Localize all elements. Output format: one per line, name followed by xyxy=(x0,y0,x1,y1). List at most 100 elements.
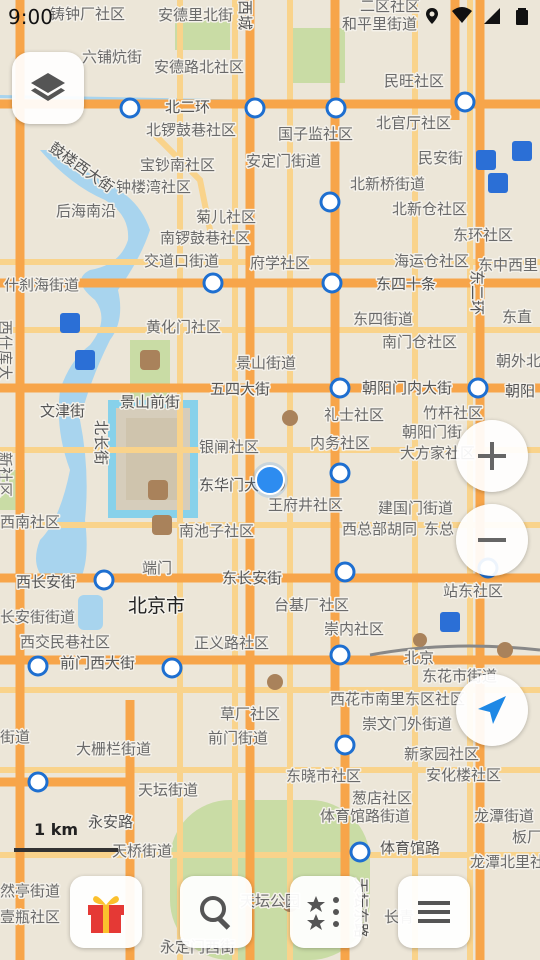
map-label: 内务社区 xyxy=(310,434,370,452)
map-label: 新社区 xyxy=(0,452,14,497)
map-label: 南池子社区 xyxy=(179,522,254,540)
map-label: 龙潭北里社区 xyxy=(470,853,540,871)
map-label: 长安街街道 xyxy=(0,608,75,626)
map-label: 东二环 xyxy=(468,270,486,315)
map-label: 文津街 xyxy=(40,402,85,420)
map-label: 东环社区 xyxy=(453,226,513,244)
zoom-in-button[interactable] xyxy=(456,420,528,492)
search-button[interactable] xyxy=(180,876,252,948)
location-status-icon xyxy=(426,8,438,24)
map-label: 安定门街道 xyxy=(246,152,321,170)
map-label: 崇文门外街道 xyxy=(362,715,452,733)
map-label: 府学社区 xyxy=(250,254,310,272)
map-label: 天坛街道 xyxy=(138,781,198,799)
map-label: 黄化门社区 xyxy=(146,318,221,336)
map-label: 站东社区 xyxy=(443,582,503,600)
zoom-out-button[interactable] xyxy=(456,504,528,576)
status-icons xyxy=(422,6,532,26)
signal-icon xyxy=(484,8,500,24)
map-label: 朝阳门内大街 xyxy=(362,379,452,397)
map-label: 海运仓社区 xyxy=(394,252,469,270)
map-label: 宝钞南社区 xyxy=(140,156,215,174)
bottom-toolbar xyxy=(0,876,540,960)
map-label: 安德路北社区 xyxy=(154,58,244,76)
map-label: 北长街 xyxy=(92,420,110,465)
map-label: 国子监社区 xyxy=(278,125,353,143)
forbidden-city xyxy=(108,400,198,518)
bookmarks-icon xyxy=(307,896,339,930)
map-label: 正义路社区 xyxy=(194,634,269,652)
bookmarks-button[interactable] xyxy=(290,876,362,948)
current-location-marker xyxy=(252,462,288,498)
map-label: 台基厂社区 xyxy=(274,596,349,614)
map-label: 景山街道 xyxy=(236,354,296,372)
map-label: 草厂社区 xyxy=(220,705,280,723)
map-label: 崇内社区 xyxy=(324,620,384,638)
my-location-button[interactable] xyxy=(456,674,528,746)
map-label: 西交民巷社区 xyxy=(20,633,110,651)
status-bar: 9:00 xyxy=(0,0,540,36)
map-label: 西总部胡同 xyxy=(342,520,417,538)
menu-icon xyxy=(418,901,450,923)
scale-label: 1 km xyxy=(34,820,79,839)
map-label: 北新仓社区 xyxy=(392,200,467,218)
map-label: 王府井社区 xyxy=(268,496,343,514)
map-label: 后海南沿 xyxy=(56,202,116,220)
map-label: 东四街道 xyxy=(353,310,413,328)
map-label: 竹杆社区 xyxy=(423,404,483,422)
map-label: 朝外北 xyxy=(496,352,540,370)
map-label: 北新桥街道 xyxy=(350,175,425,193)
plus-icon xyxy=(478,442,506,470)
map-label: 建国门街道 xyxy=(378,499,453,517)
map-label: 礼士社区 xyxy=(324,406,384,424)
map-label: 朝阳门街 xyxy=(402,423,462,441)
scale-bar xyxy=(14,848,118,852)
map-label: 体育馆路 xyxy=(380,839,440,857)
wifi-icon xyxy=(452,7,472,23)
map-label: 西花市南里东区社区 xyxy=(330,690,465,708)
map-label: 交道口街道 xyxy=(144,252,219,270)
menu-button[interactable] xyxy=(398,876,470,948)
map-label: 北官厅社区 xyxy=(376,114,451,132)
minus-icon xyxy=(478,538,506,542)
map-label: 葱店社区 xyxy=(352,789,412,807)
map-label: 菊儿社区 xyxy=(196,208,256,226)
city-label: 北京市 xyxy=(128,595,185,617)
gift-icon xyxy=(88,896,124,933)
map-label: 东直 xyxy=(502,308,532,326)
map-label: 景山前街 xyxy=(120,393,180,411)
map-label: 银闸社区 xyxy=(199,438,259,456)
navigation-arrow-icon xyxy=(478,696,506,724)
gift-button[interactable] xyxy=(70,876,142,948)
status-time: 9:00 xyxy=(8,5,53,29)
map-label: 六铺炕街 xyxy=(82,48,142,66)
map-label: 大栅栏街道 xyxy=(76,740,151,758)
map-label: 新家园社区 xyxy=(404,745,479,763)
map-label: 安化楼社区 xyxy=(426,766,501,784)
map-label: 龙潭街道 xyxy=(474,807,534,825)
map-label: 东长安街 xyxy=(222,569,282,587)
map-label: 北京 xyxy=(404,649,434,667)
map-label: 西长安街 xyxy=(16,573,76,591)
map-label: 北二环 xyxy=(165,98,210,116)
map-label: 东晓市社区 xyxy=(286,767,361,785)
map-label: 民安街 xyxy=(418,149,463,167)
map-label: 端门 xyxy=(142,559,172,577)
map-canvas[interactable]: 铸钟厂社区 安德里北街 和平里街道 二区社区 六铺炕街 安德路北社区 民旺社区 … xyxy=(0,0,540,960)
map-label: 体育馆路街道 xyxy=(320,807,410,825)
search-icon xyxy=(200,896,231,930)
layers-button[interactable] xyxy=(12,52,84,124)
layers-icon xyxy=(31,73,65,101)
map-label: 钟楼湾社区 xyxy=(116,178,191,196)
map-label: 板厂 xyxy=(512,828,540,846)
map-label: 南门仓社区 xyxy=(382,333,457,351)
map-label: 前门街道 xyxy=(208,729,268,747)
map-label: 五四大街 xyxy=(210,380,270,398)
map-label: 西什库大 xyxy=(0,320,14,380)
map-label: 街道 xyxy=(0,728,30,746)
map-label: 东总 xyxy=(424,520,454,538)
battery-icon xyxy=(516,8,528,25)
map-scale: 1 km xyxy=(14,820,124,860)
map-label: 东四十条 xyxy=(376,275,436,293)
map-label: 西南社区 xyxy=(0,513,60,531)
